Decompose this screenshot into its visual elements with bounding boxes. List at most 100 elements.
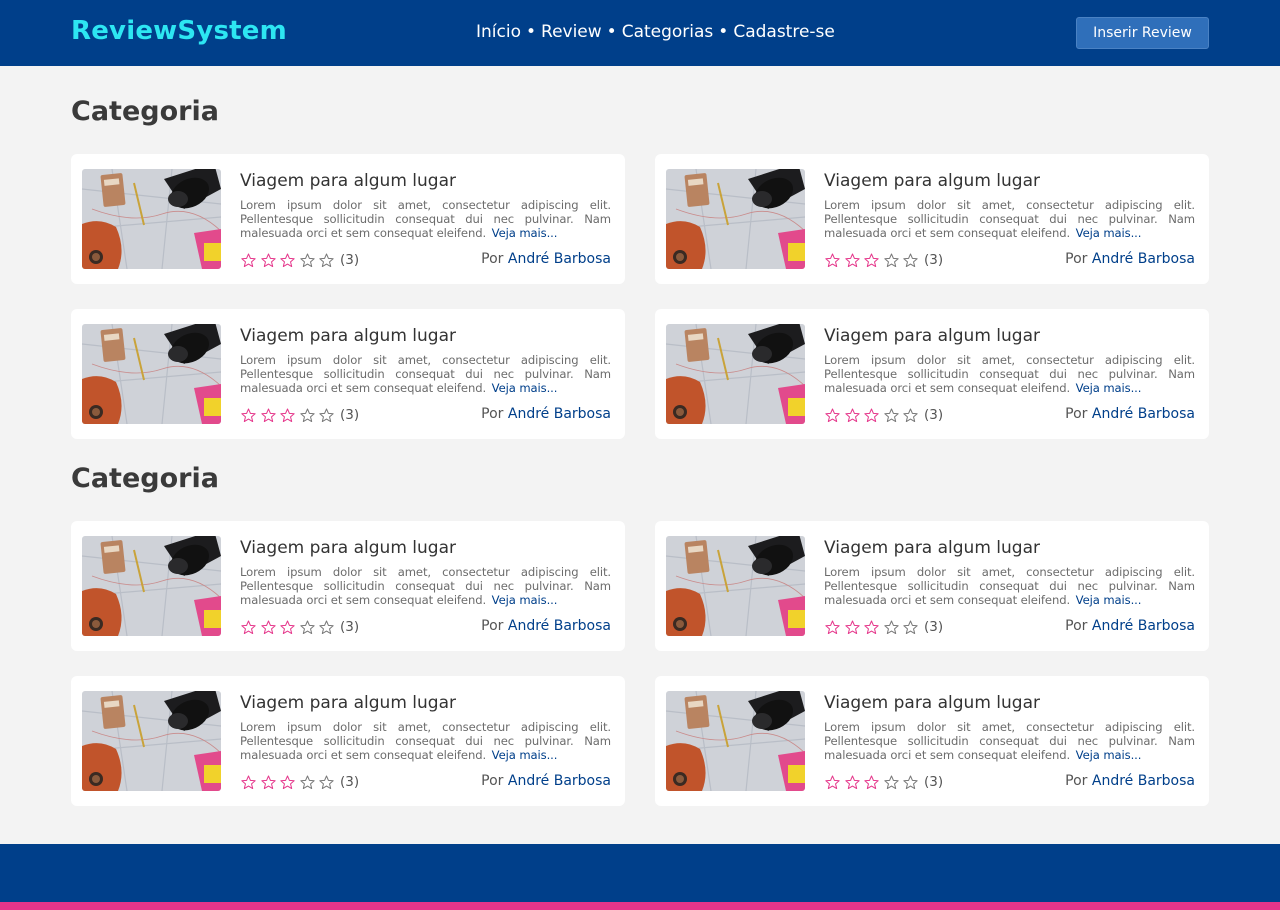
star-rating: (3) (240, 251, 359, 269)
review-title[interactable]: Viagem para algum lugar (240, 326, 456, 346)
nav-link-inicio[interactable]: Início (476, 22, 521, 42)
star-outline-pink-icon[interactable] (279, 619, 296, 636)
review-title[interactable]: Viagem para algum lugar (824, 693, 1040, 713)
star-outline-gray-icon[interactable] (902, 774, 919, 791)
read-more-link[interactable]: Veja mais... (1076, 226, 1142, 240)
review-card[interactable]: Viagem para algum lugar Lorem ipsum dolo… (655, 154, 1209, 284)
star-outline-pink-icon[interactable] (824, 619, 841, 636)
author-link[interactable]: André Barbosa (508, 406, 611, 422)
review-author: Por André Barbosa (1065, 251, 1195, 267)
travel-photo-thumbnail (82, 324, 221, 424)
star-outline-gray-icon[interactable] (318, 252, 335, 269)
star-rating: (3) (240, 406, 359, 424)
star-outline-gray-icon[interactable] (902, 407, 919, 424)
star-outline-pink-icon[interactable] (844, 407, 861, 424)
review-title[interactable]: Viagem para algum lugar (824, 171, 1040, 191)
author-prefix: Por (481, 618, 504, 634)
read-more-link[interactable]: Veja mais... (492, 748, 558, 762)
star-outline-pink-icon[interactable] (844, 252, 861, 269)
star-outline-gray-icon[interactable] (883, 774, 900, 791)
star-outline-pink-icon[interactable] (863, 252, 880, 269)
star-outline-pink-icon[interactable] (260, 252, 277, 269)
star-outline-gray-icon[interactable] (299, 407, 316, 424)
star-outline-gray-icon[interactable] (318, 619, 335, 636)
review-card[interactable]: Viagem para algum lugar Lorem ipsum dolo… (655, 676, 1209, 806)
review-thumbnail[interactable] (666, 536, 805, 636)
review-title[interactable]: Viagem para algum lugar (240, 171, 456, 191)
read-more-link[interactable]: Veja mais... (492, 226, 558, 240)
author-link[interactable]: André Barbosa (1092, 251, 1195, 267)
review-card[interactable]: Viagem para algum lugar Lorem ipsum dolo… (71, 521, 625, 651)
star-outline-pink-icon[interactable] (824, 407, 841, 424)
star-outline-gray-icon[interactable] (299, 619, 316, 636)
author-prefix: Por (1065, 251, 1088, 267)
read-more-link[interactable]: Veja mais... (492, 593, 558, 607)
review-title[interactable]: Viagem para algum lugar (240, 538, 456, 558)
star-outline-gray-icon[interactable] (299, 252, 316, 269)
review-title[interactable]: Viagem para algum lugar (824, 326, 1040, 346)
travel-photo-thumbnail (666, 324, 805, 424)
review-thumbnail[interactable] (82, 324, 221, 424)
read-more-link[interactable]: Veja mais... (492, 381, 558, 395)
review-author: Por André Barbosa (481, 773, 611, 789)
review-thumbnail[interactable] (666, 691, 805, 791)
star-outline-gray-icon[interactable] (883, 619, 900, 636)
author-link[interactable]: André Barbosa (508, 618, 611, 634)
read-more-link[interactable]: Veja mais... (1076, 593, 1142, 607)
star-outline-pink-icon[interactable] (240, 619, 257, 636)
star-outline-gray-icon[interactable] (902, 252, 919, 269)
read-more-link[interactable]: Veja mais... (1076, 381, 1142, 395)
review-author: Por André Barbosa (1065, 406, 1195, 422)
rating-count: (3) (339, 252, 360, 268)
star-outline-pink-icon[interactable] (240, 407, 257, 424)
read-more-link[interactable]: Veja mais... (1076, 748, 1142, 762)
author-link[interactable]: André Barbosa (508, 773, 611, 789)
star-outline-pink-icon[interactable] (279, 774, 296, 791)
star-outline-pink-icon[interactable] (260, 774, 277, 791)
review-author: Por André Barbosa (1065, 618, 1195, 634)
star-outline-pink-icon[interactable] (240, 774, 257, 791)
review-card[interactable]: Viagem para algum lugar Lorem ipsum dolo… (655, 521, 1209, 651)
star-outline-pink-icon[interactable] (240, 252, 257, 269)
star-outline-pink-icon[interactable] (844, 774, 861, 791)
star-outline-gray-icon[interactable] (883, 407, 900, 424)
star-outline-pink-icon[interactable] (824, 252, 841, 269)
star-outline-gray-icon[interactable] (318, 407, 335, 424)
star-outline-gray-icon[interactable] (299, 774, 316, 791)
review-thumbnail[interactable] (666, 169, 805, 269)
nav-link-cadastre-se[interactable]: Cadastre-se (733, 22, 835, 42)
author-link[interactable]: André Barbosa (508, 251, 611, 267)
nav-link-categorias[interactable]: Categorias (622, 22, 714, 42)
star-outline-pink-icon[interactable] (260, 619, 277, 636)
review-thumbnail[interactable] (82, 691, 221, 791)
star-outline-pink-icon[interactable] (863, 774, 880, 791)
review-title[interactable]: Viagem para algum lugar (824, 538, 1040, 558)
star-outline-pink-icon[interactable] (844, 619, 861, 636)
review-thumbnail[interactable] (82, 536, 221, 636)
review-thumbnail[interactable] (666, 324, 805, 424)
review-excerpt: Lorem ipsum dolor sit amet, consectetur … (824, 353, 1195, 396)
review-title[interactable]: Viagem para algum lugar (240, 693, 456, 713)
star-outline-pink-icon[interactable] (863, 619, 880, 636)
review-card[interactable]: Viagem para algum lugar Lorem ipsum dolo… (71, 309, 625, 439)
star-outline-pink-icon[interactable] (279, 407, 296, 424)
star-rating: (3) (240, 773, 359, 791)
insert-review-button[interactable]: Inserir Review (1076, 17, 1209, 49)
nav-link-review[interactable]: Review (541, 22, 602, 42)
author-link[interactable]: André Barbosa (1092, 773, 1195, 789)
star-outline-pink-icon[interactable] (863, 407, 880, 424)
star-outline-gray-icon[interactable] (883, 252, 900, 269)
author-prefix: Por (1065, 406, 1088, 422)
star-outline-pink-icon[interactable] (260, 407, 277, 424)
review-card[interactable]: Viagem para algum lugar Lorem ipsum dolo… (71, 676, 625, 806)
star-outline-pink-icon[interactable] (279, 252, 296, 269)
star-outline-gray-icon[interactable] (318, 774, 335, 791)
star-outline-gray-icon[interactable] (902, 619, 919, 636)
review-thumbnail[interactable] (82, 169, 221, 269)
review-card[interactable]: Viagem para algum lugar Lorem ipsum dolo… (71, 154, 625, 284)
brand-logo[interactable]: ReviewSystem (71, 16, 287, 46)
author-link[interactable]: André Barbosa (1092, 406, 1195, 422)
review-card[interactable]: Viagem para algum lugar Lorem ipsum dolo… (655, 309, 1209, 439)
author-link[interactable]: André Barbosa (1092, 618, 1195, 634)
star-outline-pink-icon[interactable] (824, 774, 841, 791)
